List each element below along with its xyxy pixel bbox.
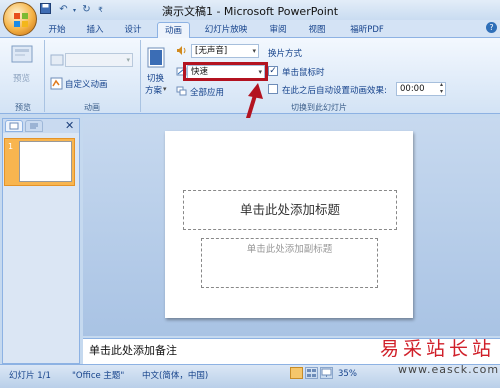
normal-view-icon[interactable] (290, 367, 303, 379)
custom-animation-button[interactable]: 自定义动画 (65, 78, 108, 90)
slideshow-view-icon[interactable] (320, 367, 333, 379)
transition-scheme-label-2[interactable]: 方案 (145, 84, 162, 96)
custom-animation-icon (50, 77, 63, 90)
group-label-transition: 切换到此幻灯片 (291, 103, 347, 112)
transition-sound-select[interactable]: [无声音] ▾ (191, 44, 259, 58)
group-label-animation: 动画 (84, 103, 100, 112)
watermark-logo: 易采站长站 (380, 338, 496, 360)
status-language[interactable]: 中文(简体，中国) (142, 369, 208, 381)
title-placeholder[interactable]: 单击此处添加标题 (183, 190, 397, 230)
speed-highlight-box (183, 62, 268, 81)
close-panel-icon[interactable]: ✕ (65, 119, 74, 132)
help-icon[interactable]: ? (486, 22, 497, 33)
tab-home[interactable]: 开始 (42, 22, 72, 38)
tab-insert[interactable]: 插入 (80, 22, 110, 38)
automatic-time-input[interactable]: 00:00 ▴ ▾ (396, 81, 446, 96)
tab-view[interactable]: 视图 (302, 22, 332, 38)
outline-tab[interactable] (25, 120, 43, 132)
tab-review[interactable]: 审阅 (263, 22, 293, 38)
status-theme: "Office 主题" (72, 371, 125, 381)
transition-scheme-label[interactable]: 切换 (147, 72, 164, 84)
watermark-url: www.easck.com (398, 363, 500, 376)
apply-to-all-button[interactable]: 全部应用 (190, 86, 224, 98)
sound-icon (176, 45, 187, 56)
automatic-after-checkbox[interactable] (268, 84, 278, 94)
status-zoom[interactable]: 35% (338, 369, 357, 379)
automatic-after-label: 在此之后自动设置动画效果: (282, 86, 387, 96)
outline-tab-icon (30, 123, 38, 129)
slide-thumbnail[interactable] (19, 141, 72, 182)
group-separator (140, 40, 141, 112)
slides-tab-icon (9, 122, 19, 130)
office-button[interactable] (3, 2, 37, 36)
slide-sorter-view-icon[interactable] (305, 367, 318, 379)
apply-all-icon (176, 86, 187, 97)
on-mouse-click-label: 单击鼠标时 (282, 68, 325, 78)
group-label-preview: 预览 (15, 103, 31, 112)
transition-scheme-dropdown-icon[interactable]: ▾ (163, 85, 167, 93)
office-logo-icon (14, 13, 28, 27)
slides-tab[interactable] (5, 120, 23, 132)
tab-design[interactable]: 设计 (118, 22, 148, 38)
subtitle-placeholder[interactable]: 单击此处添加副标题 (201, 238, 378, 288)
preview-icon[interactable] (10, 44, 34, 66)
tab-animations[interactable]: 动画 (157, 22, 190, 38)
slide-thumbnail-number: 1 (8, 142, 14, 151)
transition-scheme-icon[interactable] (147, 47, 167, 69)
tab-slideshow[interactable]: 幻灯片放映 (197, 22, 255, 38)
advance-slide-title: 换片方式 (268, 49, 303, 59)
window-title: 演示文稿1 - Microsoft PowerPoint (161, 5, 339, 18)
group-separator (44, 40, 45, 112)
tab-foxit-pdf[interactable]: 福昕PDF (343, 22, 391, 38)
preview-button[interactable]: 预览 (13, 72, 30, 84)
on-mouse-click-checkbox[interactable]: ✓ (268, 66, 278, 76)
status-slide-count: 幻灯片 1/1 (9, 371, 51, 381)
animate-icon (50, 53, 64, 67)
animate-combo[interactable]: ▾ (65, 53, 133, 67)
